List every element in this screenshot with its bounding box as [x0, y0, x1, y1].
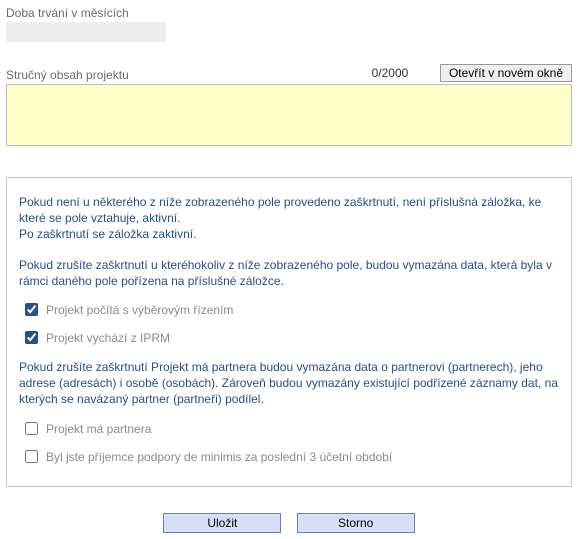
cancel-button[interactable]: Storno: [297, 513, 415, 533]
checkbox-row-iprm: Projekt vychází z IPRM: [25, 331, 559, 345]
summary-counter: 0/2000: [340, 66, 440, 82]
checkbox-row-tender: Projekt počítá s výběrovým řízením: [25, 303, 559, 317]
checkbox-deminimis[interactable]: [25, 450, 38, 463]
info-text-line: Po zaškrtnutí se záložka zaktivní.: [19, 227, 196, 241]
checkbox-tender[interactable]: [25, 303, 38, 316]
checkbox-row-partner: Projekt má partnera: [25, 422, 559, 436]
checkbox-iprm-label: Projekt vychází z IPRM: [46, 331, 170, 345]
info-text-partner-warning: Pokud zrušíte zaškrtnutí Projekt má part…: [19, 359, 559, 408]
save-button[interactable]: Uložit: [163, 513, 281, 533]
info-panel: Pokud není u některého z níže zobrazenéh…: [6, 177, 572, 487]
checkbox-row-deminimis: Byl jste příjemce podpory de minimis za …: [25, 450, 559, 464]
duration-label: Doba trvání v měsících: [6, 6, 572, 20]
summary-label: Stručný obsah projektu: [6, 68, 340, 82]
checkbox-iprm[interactable]: [25, 331, 38, 344]
checkbox-deminimis-label: Byl jste příjemce podpory de minimis za …: [46, 450, 392, 464]
action-buttons: Uložit Storno: [6, 513, 572, 533]
checkbox-partner[interactable]: [25, 422, 38, 435]
checkbox-tender-label: Projekt počítá s výběrovým řízením: [46, 303, 233, 317]
info-text-line: Pokud není u některého z níže zobrazenéh…: [19, 195, 541, 225]
open-new-window-button[interactable]: Otevřít v novém okně: [440, 64, 572, 82]
info-text-activation: Pokud není u některého z níže zobrazenéh…: [19, 194, 559, 243]
duration-input[interactable]: [6, 22, 166, 42]
info-text-delete-warning: Pokud zrušíte zaškrtnutí u kteréhokoliv …: [19, 257, 559, 289]
summary-textarea[interactable]: [6, 84, 572, 146]
checkbox-partner-label: Projekt má partnera: [46, 422, 151, 436]
